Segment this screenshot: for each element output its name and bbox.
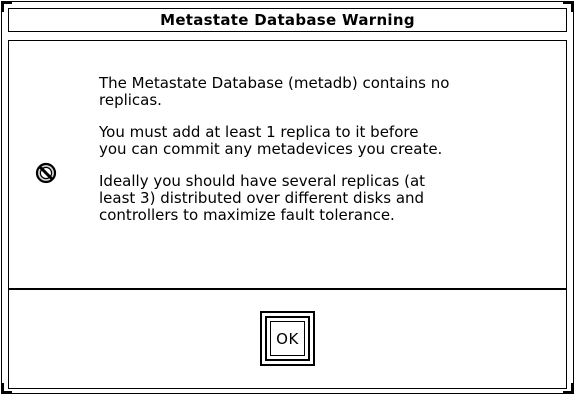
resize-corner-bottom-right-edge[interactable]: [571, 383, 573, 393]
dialog-body: The Metastate Database (metadb) contains…: [8, 40, 567, 389]
message-paragraph-add-replica: You must add at least 1 replica to it be…: [99, 123, 443, 158]
warning-message: The Metastate Database (metadb) contains…: [99, 75, 561, 239]
resize-corner-top-right-edge[interactable]: [571, 2, 573, 12]
ok-button-label[interactable]: OK: [270, 321, 305, 356]
ok-button[interactable]: OK: [260, 311, 315, 366]
warning-dialog-window: Metastate Database Warning The Metastate…: [1, 1, 574, 394]
ok-button-frame: OK: [265, 316, 310, 361]
button-area-divider: [9, 288, 566, 290]
message-paragraph-metadb-empty: The Metastate Database (metadb) contains…: [99, 74, 450, 109]
resize-corner-top-left-edge[interactable]: [2, 2, 4, 12]
resize-corner-bottom-left-edge[interactable]: [2, 383, 4, 393]
message-paragraph-recommendation: Ideally you should have several replicas…: [99, 172, 426, 224]
no-entry-icon: [35, 162, 57, 184]
dialog-title[interactable]: Metastate Database Warning: [8, 8, 567, 32]
